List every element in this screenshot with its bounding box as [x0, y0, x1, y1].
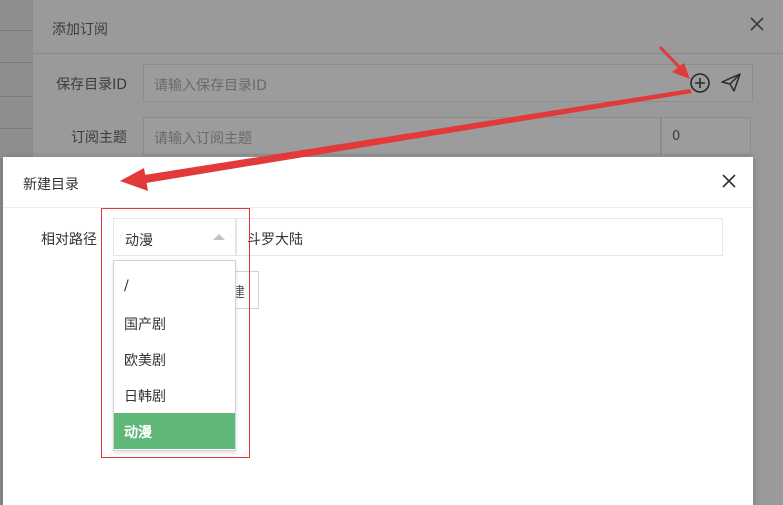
annotation-arrow — [658, 45, 684, 72]
annotation-arrows — [120, 45, 692, 191]
annotation-arrowhead — [672, 63, 690, 79]
annotation-arrow — [138, 89, 692, 184]
annotation-arrowhead — [120, 168, 148, 191]
